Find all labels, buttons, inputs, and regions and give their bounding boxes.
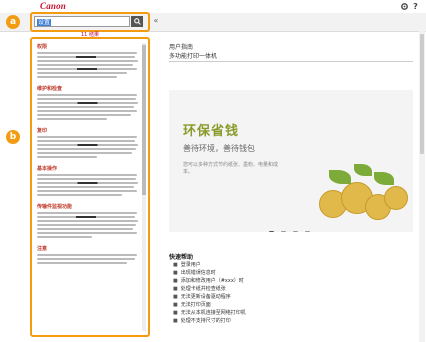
list-item[interactable]: ■ 添加和修改用户（#xxx）时 <box>173 277 246 285</box>
list-item[interactable]: ■ 处理不支持尺寸的打印 <box>173 317 246 325</box>
search-highlight-frame <box>30 12 150 32</box>
result-item[interactable]: 复印 <box>37 127 140 158</box>
banner-description: 您可以多种方式节约纸张、墨粉、电量和成本。 <box>183 162 279 175</box>
question-icon[interactable]: ? <box>411 2 420 11</box>
main-content: 用户指南 多功能打印一体机 环保省钱 善待环境，善待钱包 您可以多种方式节约纸张… <box>165 31 417 342</box>
search-results-panel: 权限 维护和检查 复印 基本操作 传输件监视功能 注意 <box>30 37 150 337</box>
page-title: 用户指南 <box>169 44 194 51</box>
canon-logo: Canon <box>40 1 67 11</box>
pager-dot[interactable] <box>269 231 274 232</box>
title-divider <box>169 61 413 62</box>
result-item[interactable]: 权限 <box>37 43 140 78</box>
main-scrollbar[interactable] <box>419 31 425 342</box>
pager-dot[interactable] <box>281 231 287 232</box>
result-title[interactable]: 传输件监视功能 <box>37 203 140 210</box>
results-scrollbar[interactable] <box>142 43 146 331</box>
list-item[interactable]: ■ 无法从本机连接至网络打印机 <box>173 309 246 317</box>
quick-help-list: ■ 登录用户 ■ 出现错误信息时 ■ 添加和修改用户（#xxx）时 ■ 处理卡纸并检查纸… <box>173 261 246 325</box>
quick-help-heading: 快速帮助 <box>169 254 194 261</box>
result-title[interactable]: 复印 <box>37 127 140 134</box>
result-item[interactable]: 传输件监视功能 <box>37 203 140 238</box>
result-title[interactable]: 权限 <box>37 43 140 50</box>
result-item[interactable]: 维护和检查 <box>37 85 140 120</box>
callout-marker-a: a <box>6 15 20 29</box>
banner-pager <box>269 221 312 232</box>
callout-marker-b: b <box>6 130 20 144</box>
main-scroll-thumb[interactable] <box>420 34 424 154</box>
gear-icon[interactable] <box>400 2 409 11</box>
banner-subtitle: 善待环境，善待钱包 <box>183 144 255 153</box>
list-item[interactable]: ■ 无法打印页面 <box>173 301 246 309</box>
pager-dot[interactable] <box>305 231 311 232</box>
list-item[interactable]: ■ 登录用户 <box>173 261 246 269</box>
result-title[interactable]: 注意 <box>37 245 140 252</box>
chevron-left-icon[interactable]: « <box>151 16 161 26</box>
result-title[interactable]: 基本操作 <box>37 165 140 172</box>
list-item[interactable]: ■ 出现错误信息时 <box>173 269 246 277</box>
pager-dot[interactable] <box>293 231 299 232</box>
list-item[interactable]: ■ 无法更新设备驱动程序 <box>173 293 246 301</box>
result-item[interactable]: 基本操作 <box>37 165 140 196</box>
list-item[interactable]: ■ 处理卡纸并检查纸张 <box>173 285 246 293</box>
page-subtitle: 多功能打印一体机 <box>169 53 218 60</box>
banner-title: 环保省钱 <box>183 124 240 139</box>
feature-banner[interactable]: 环保省钱 善待环境，善待钱包 您可以多种方式节约纸张、墨粉、电量和成本。 <box>169 90 413 232</box>
result-title[interactable]: 维护和检查 <box>37 85 140 92</box>
result-item[interactable]: 注意 <box>37 245 140 264</box>
results-scroll-thumb[interactable] <box>142 45 146 195</box>
